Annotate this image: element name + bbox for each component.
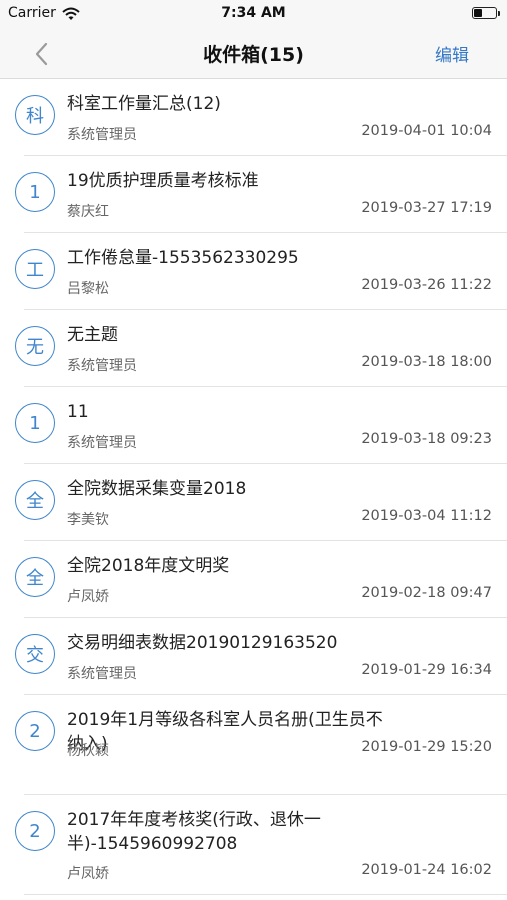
mail-date: 2019-02-18 09:47 xyxy=(361,585,492,601)
mail-subject: 交易明细表数据20190129163520 xyxy=(67,633,338,653)
mail-list-item[interactable]: 工 工作倦怠量-1553562330295 吕黎松 2019-03-26 11:… xyxy=(0,233,507,310)
status-time: 7:34 AM xyxy=(221,5,286,21)
mail-sender: 卢凤娇 xyxy=(67,589,109,605)
mail-sender: 李美钦 xyxy=(67,512,109,528)
row-divider xyxy=(24,894,507,895)
mail-sender: 系统管理员 xyxy=(67,666,137,682)
sender-avatar: 2 xyxy=(15,711,55,751)
mail-subject: 2017年年度考核奖(行政、退休一半)-1545960992708 xyxy=(67,810,321,854)
navigation-bar: 收件箱(15) 编辑 xyxy=(0,28,507,79)
edit-button[interactable]: 编辑 xyxy=(435,41,469,66)
battery-icon xyxy=(472,7,500,19)
sender-avatar: 工 xyxy=(15,249,55,289)
mail-date: 2019-03-04 11:12 xyxy=(361,508,492,524)
mail-subject: 11 xyxy=(67,402,89,422)
mail-sender: 系统管理员 xyxy=(67,358,137,374)
mail-sender: 吕黎松 xyxy=(67,281,109,297)
sender-avatar: 无 xyxy=(15,326,55,366)
mail-sender: 系统管理员 xyxy=(67,435,137,451)
mail-date: 2019-01-29 16:34 xyxy=(361,662,492,678)
mail-subject: 2019年1月等级各科室人员名册(卫生员不纳入) xyxy=(67,710,383,754)
mail-sender: 卢凤娇 xyxy=(67,866,109,882)
mail-sender: 系统管理员 xyxy=(67,127,137,143)
mail-date: 2019-03-18 09:23 xyxy=(361,431,492,447)
mail-date: 2019-03-27 17:19 xyxy=(361,200,492,216)
mail-date: 2019-01-24 16:02 xyxy=(361,862,492,878)
page-title: 收件箱(15) xyxy=(203,44,304,66)
mail-list-item[interactable]: 2 2017年年度考核奖(行政、退休一半)-1545960992708 卢凤娇 … xyxy=(0,795,507,895)
mail-date: 2019-03-26 11:22 xyxy=(361,277,492,293)
mail-subject: 无主题 xyxy=(67,325,118,345)
mail-date: 2019-04-01 10:04 xyxy=(361,123,492,139)
mail-list-item[interactable]: 科 科室工作量汇总(12) 系统管理员 2019-04-01 10:04 xyxy=(0,79,507,156)
mail-list-item[interactable]: 全 全院数据采集变量2018 李美钦 2019-03-04 11:12 xyxy=(0,464,507,541)
mail-sender: 杨秋颖 xyxy=(67,743,109,759)
mail-date: 2019-03-18 18:00 xyxy=(361,354,492,370)
sender-avatar: 交 xyxy=(15,634,55,674)
mail-subject: 全院数据采集变量2018 xyxy=(67,479,247,499)
status-bar: Carrier 7:34 AM xyxy=(0,0,507,28)
mail-list-item[interactable]: 2 2019年1月等级各科室人员名册(卫生员不纳入) 杨秋颖 2019-01-2… xyxy=(0,695,507,795)
mail-list: 科 科室工作量汇总(12) 系统管理员 2019-04-01 10:04 1 1… xyxy=(0,79,507,900)
mail-subject: 19优质护理质量考核标准 xyxy=(67,171,259,191)
sender-avatar: 1 xyxy=(15,172,55,212)
sender-avatar: 科 xyxy=(15,95,55,135)
mail-list-item[interactable]: 1 19优质护理质量考核标准 蔡庆红 2019-03-27 17:19 xyxy=(0,156,507,233)
mail-date: 2019-01-29 15:20 xyxy=(361,739,492,755)
sender-avatar: 2 xyxy=(15,811,55,851)
mail-list-item[interactable]: 1 11 系统管理员 2019-03-18 09:23 xyxy=(0,387,507,464)
mail-subject: 科室工作量汇总(12) xyxy=(67,94,221,114)
mail-subject: 全院2018年度文明奖 xyxy=(67,556,230,576)
sender-avatar: 全 xyxy=(15,557,55,597)
sender-avatar: 全 xyxy=(15,480,55,520)
mail-list-item[interactable]: 无 无主题 系统管理员 2019-03-18 18:00 xyxy=(0,310,507,387)
mail-subject: 工作倦怠量-1553562330295 xyxy=(67,248,299,268)
mail-list-item[interactable]: 交 交易明细表数据20190129163520 系统管理员 2019-01-29… xyxy=(0,618,507,695)
mail-list-item[interactable]: 全 全院2018年度文明奖 卢凤娇 2019-02-18 09:47 xyxy=(0,541,507,618)
sender-avatar: 1 xyxy=(15,403,55,443)
mail-sender: 蔡庆红 xyxy=(67,204,109,220)
